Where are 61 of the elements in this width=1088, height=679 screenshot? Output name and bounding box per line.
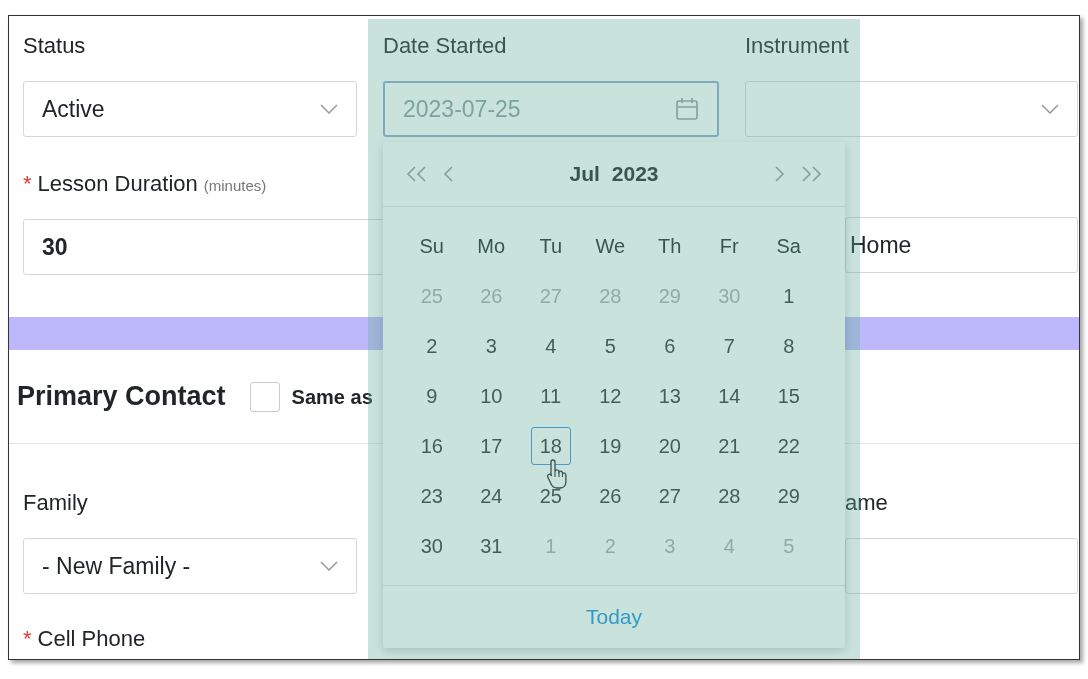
calendar-day[interactable]: 25 [530,477,571,515]
select-field[interactable]: - New Family - [23,538,357,594]
calendar-day[interactable]: 1 [768,277,809,315]
calendar-day[interactable]: 7 [709,327,750,365]
calendar-day[interactable]: 9 [411,377,452,415]
calendar-day[interactable]: 4 [530,327,571,365]
month-label: Jul [569,161,600,188]
weekday-label: We [595,234,626,259]
calendar-day[interactable]: 28 [709,477,750,515]
required-mark: * [23,625,32,653]
calendar-day[interactable]: 3 [471,327,512,365]
field-label: Family [23,489,88,517]
calendar-day[interactable]: 21 [709,427,750,465]
calendar-day[interactable]: 29 [768,477,809,515]
weekday-label: Sa [776,234,801,259]
calendar-day[interactable]: 6 [649,327,690,365]
calendar-day[interactable]: 14 [709,377,750,415]
calendar-day[interactable]: 17 [471,427,512,465]
select-field[interactable] [745,81,1078,137]
chevron-down-icon [1041,104,1059,114]
calendar-day[interactable]: 12 [590,377,631,415]
section-title: Primary Contact [17,380,226,414]
calendar-day[interactable]: 19 [590,427,631,465]
field-label: Instrument [745,32,849,60]
input-field[interactable]: Home [845,217,1078,273]
calendar-day[interactable]: 31 [471,527,512,565]
calendar-day[interactable]: 30 [411,527,452,565]
weekday-label: Mo [477,234,506,259]
field-label: Cell Phone [37,625,146,653]
calendar-day[interactable]: 2 [411,327,452,365]
weekday-label: Tu [539,234,563,259]
field-label: Lesson Duration (minutes) [37,170,267,198]
calendar-day[interactable]: 16 [411,427,452,465]
weekday-label: Th [658,234,682,259]
checkbox-label: Same as [291,384,373,410]
calendar-day[interactable]: 13 [649,377,690,415]
input-field[interactable] [845,538,1078,594]
weekday-label: Fr [719,234,739,259]
calendar-day[interactable]: 22 [768,427,809,465]
calendar-day[interactable]: 24 [471,477,512,515]
required-mark: * [23,170,32,198]
checkbox[interactable] [249,381,280,412]
calendar-day[interactable]: 23 [411,477,452,515]
select-field[interactable]: Active [23,81,357,137]
field-label: Status [23,32,86,60]
calendar-day[interactable]: 27 [649,477,690,515]
calendar-day[interactable]: 8 [768,327,809,365]
field-label: ame [845,489,888,517]
calendar-day[interactable]: 20 [649,427,690,465]
chevron-down-icon [320,561,338,571]
calendar-day[interactable]: 26 [590,477,631,515]
calendar-day[interactable]: 10 [471,377,512,415]
calendar-day[interactable]: 15 [768,377,809,415]
chevron-down-icon [320,104,338,114]
weekday-label: Su [419,234,444,259]
field-label: Date Started [383,32,507,60]
calendar-icon [675,97,699,121]
calendar-day[interactable]: 5 [590,327,631,365]
calendar-day[interactable]: 11 [530,377,571,415]
hand-cursor-icon [545,458,570,490]
year-label: 2023 [611,161,659,188]
